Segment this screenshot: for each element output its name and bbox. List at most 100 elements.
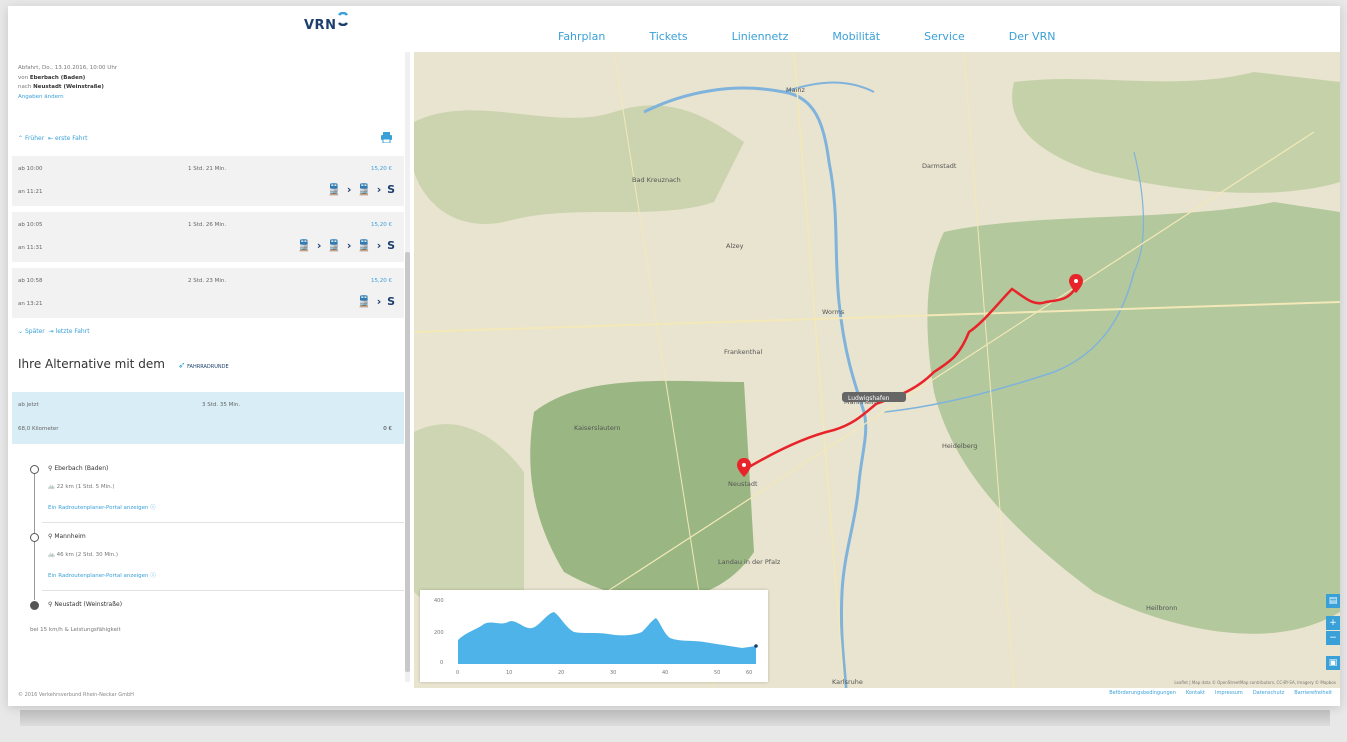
- stop-portal-link[interactable]: Ein Radroutenplaner-Portal anzeigen ⓘ: [48, 571, 156, 579]
- vrn-logo[interactable]: VRN: [304, 18, 336, 33]
- footer-link[interactable]: Kontakt: [1186, 690, 1205, 696]
- city-label: Bad Kreuznach: [632, 176, 681, 184]
- search-summary: Abfahrt, Do., 13.10.2016, 10:00 Uhr von …: [18, 64, 117, 102]
- chevron-down-icon: ⌄: [18, 328, 24, 335]
- connection-row[interactable]: ab 10:00 1 Std. 21 Min. 15,20 € an 11:21…: [12, 156, 404, 206]
- divider: [42, 590, 404, 591]
- vrn-logo-icon: [338, 12, 348, 26]
- stop-portal-link[interactable]: Ein Radroutenplaner-Portal anzeigen ⓘ: [48, 503, 156, 511]
- route-label: Ludwigshafen: [842, 392, 906, 402]
- first-trip-link[interactable]: erste Fahrt: [55, 135, 87, 142]
- map-attribution: Leaflet | Map data © OpenStreetMap contr…: [1174, 680, 1336, 685]
- x-tick-label: 30: [610, 670, 616, 676]
- stop-name: ⚲ Eberbach (Baden): [48, 465, 109, 472]
- stop-leg-info: 🚲 46 km (2 Std. 30 Min.): [48, 552, 119, 558]
- svg-text:Ludwigshafen: Ludwigshafen: [848, 395, 890, 402]
- nav-tickets[interactable]: Tickets: [649, 30, 687, 43]
- later-controls: ⌄ Später ⇥ letzte Fahrt: [18, 328, 90, 335]
- stop-marker-icon: [30, 533, 39, 542]
- price: 15,20 €: [371, 222, 392, 228]
- stop-marker-icon: [30, 465, 39, 474]
- print-icon[interactable]: [381, 132, 392, 143]
- city-label: Mainz: [786, 86, 806, 94]
- nav-service[interactable]: Service: [924, 30, 965, 43]
- last-trip-icon: ⇥: [48, 328, 54, 335]
- city-label: Karlsruhe: [832, 678, 863, 686]
- transport-modes: 🚆 › 🚆 › S: [327, 183, 396, 196]
- footer-links: Beförderungsbedingungen Kontakt Impressu…: [1109, 690, 1332, 696]
- depart-time: ab 10:58: [18, 278, 43, 284]
- route-footnote: bei 15 km/h & Leistungsfähigkeit: [30, 627, 121, 633]
- destination-marker-icon: [30, 601, 39, 610]
- copyright: © 2016 Verkehrsverbund Rhein-Neckar GmbH: [18, 692, 134, 698]
- app-frame: VRN Fahrplan Tickets Liniennetz Mobilitä…: [8, 6, 1340, 706]
- city-label: Landau in der Pfalz: [718, 558, 781, 566]
- footer-link[interactable]: Barrierefreiheit: [1294, 690, 1332, 696]
- bike-alternative-card[interactable]: ab jetzt 3 Std. 35 Min. 68,0 Kilometer 0…: [12, 392, 404, 444]
- connection-row[interactable]: ab 10:05 1 Std. 26 Min. 15,20 € an 11:31…: [12, 212, 404, 262]
- arrive-time: an 13:21: [18, 301, 43, 307]
- elevation-chart: 400 200 0 0 10 20 30 40 50 60: [434, 598, 758, 676]
- connection-row[interactable]: ab 10:58 2 Std. 23 Min. 15,20 € an 13:21…: [12, 268, 404, 318]
- arrive-time: an 11:31: [18, 245, 43, 251]
- nav-liniennetz[interactable]: Liniennetz: [732, 30, 789, 43]
- zoom-in-button[interactable]: +: [1326, 616, 1340, 630]
- fullscreen-icon[interactable]: ▣: [1326, 656, 1340, 670]
- header: VRN Fahrplan Tickets Liniennetz Mobilitä…: [8, 6, 1340, 52]
- alt-distance: 68,0 Kilometer: [18, 426, 59, 432]
- search-from: von Eberbach (Baden): [18, 74, 86, 81]
- city-label: Worms: [822, 308, 845, 316]
- x-tick-label: 40: [662, 670, 668, 676]
- y-tick-label: 200: [434, 630, 444, 636]
- city-label: Heilbronn: [1146, 604, 1177, 612]
- earlier-controls: ⌃ Früher ⇤ erste Fahrt: [18, 135, 87, 142]
- y-tick-label: 0: [440, 660, 443, 666]
- later-link[interactable]: Später: [25, 328, 45, 335]
- stop-name: ⚲ Neustadt (Weinstraße): [48, 601, 123, 608]
- x-tick-label: 60: [746, 670, 752, 676]
- elevation-profile: 400 200 0 0 10 20 30 40 50 60: [420, 590, 768, 682]
- duration: 1 Std. 26 Min.: [188, 222, 227, 228]
- x-tick-label: 20: [558, 670, 564, 676]
- price: 15,20 €: [371, 278, 392, 284]
- depart-time: ab 10:00: [18, 166, 43, 172]
- duration: 2 Std. 23 Min.: [188, 278, 227, 284]
- divider: [42, 522, 404, 523]
- zoom-out-button[interactable]: −: [1326, 631, 1340, 645]
- x-tick-label: 50: [714, 670, 720, 676]
- footer-link[interactable]: Datenschutz: [1253, 690, 1284, 696]
- stop-leg-info: 🚲 22 km (1 Std. 5 Min.): [48, 484, 115, 490]
- panel-scrollbar[interactable]: [405, 52, 410, 682]
- transport-modes: 🚆 › S: [357, 295, 396, 308]
- price: 15,20 €: [371, 166, 392, 172]
- last-trip-link[interactable]: letzte Fahrt: [56, 328, 90, 335]
- city-label: Kaiserslautern: [574, 424, 621, 432]
- elevation-end-marker: [754, 644, 758, 648]
- layers-icon[interactable]: ▤: [1326, 594, 1340, 608]
- scrollbar-thumb[interactable]: [405, 252, 410, 672]
- first-trip-icon: ⇤: [48, 135, 54, 142]
- main-nav: Fahrplan Tickets Liniennetz Mobilität Se…: [558, 30, 1099, 43]
- window-shadow: [20, 710, 1330, 726]
- stop-name: ⚲ Mannheim: [48, 533, 86, 540]
- city-label: Darmstadt: [922, 162, 957, 170]
- journey-panel: Abfahrt, Do., 13.10.2016, 10:00 Uhr von …: [12, 52, 404, 682]
- duration: 1 Std. 21 Min.: [188, 166, 227, 172]
- city-label: Neustadt: [728, 480, 758, 488]
- footer-link[interactable]: Impressum: [1215, 690, 1243, 696]
- elevation-area: [458, 612, 756, 664]
- city-label: Heidelberg: [942, 442, 977, 450]
- footer-link[interactable]: Beförderungsbedingungen: [1109, 690, 1176, 696]
- earlier-link[interactable]: Früher: [25, 135, 44, 142]
- nav-fahrplan[interactable]: Fahrplan: [558, 30, 605, 43]
- search-to: nach Neustadt (Weinstraße): [18, 84, 104, 90]
- edit-search-link[interactable]: Angaben ändern: [18, 93, 117, 103]
- city-label: Alzey: [726, 242, 744, 250]
- search-date: Abfahrt, Do., 13.10.2016, 10:00 Uhr: [18, 65, 118, 71]
- alt-price: 0 €: [383, 426, 392, 432]
- arrive-time: an 11:21: [18, 189, 43, 195]
- nav-mobilitaet[interactable]: Mobilität: [832, 30, 880, 43]
- depart-time: ab 10:05: [18, 222, 43, 228]
- nav-der-vrn[interactable]: Der VRN: [1009, 30, 1056, 43]
- chevron-up-icon: ⌃: [18, 135, 24, 142]
